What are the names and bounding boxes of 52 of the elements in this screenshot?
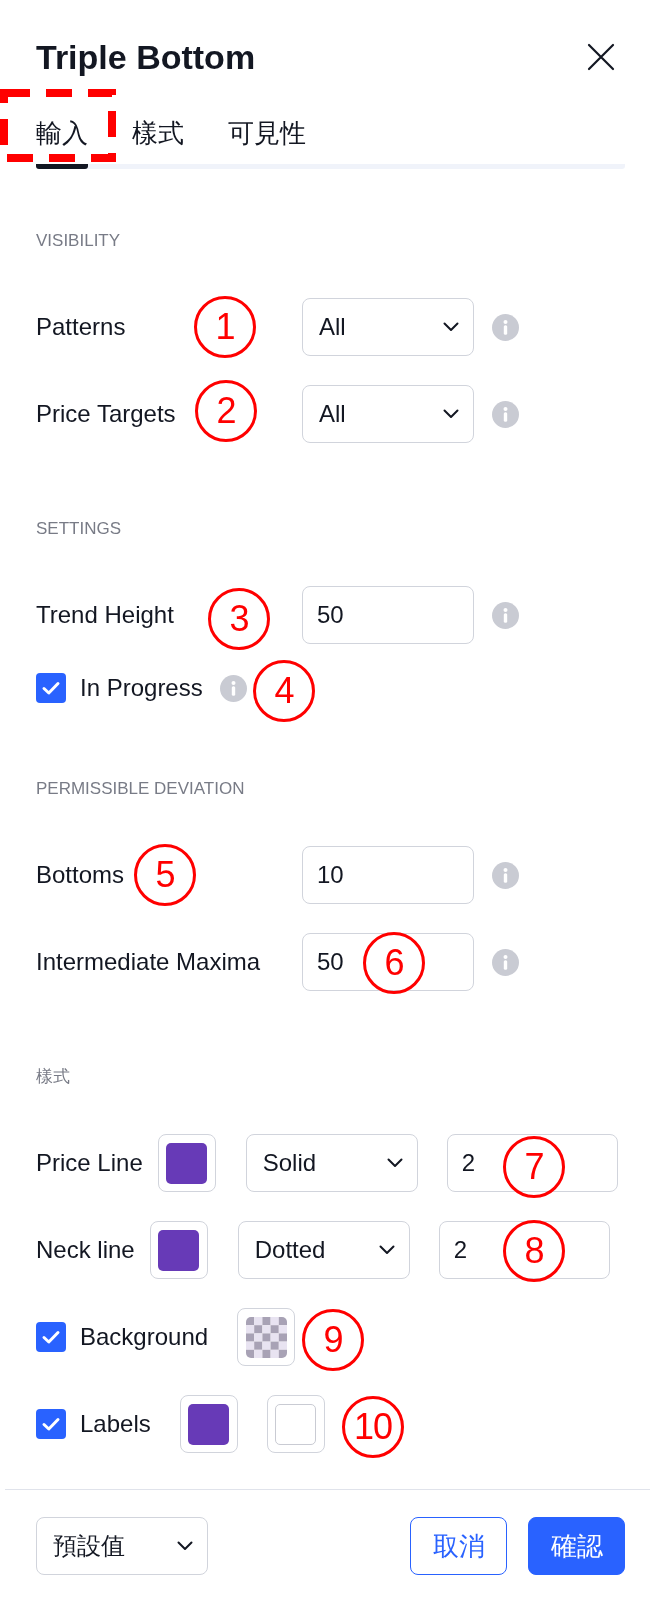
field-label: Patterns: [36, 313, 126, 341]
dropdown[interactable]: All: [302, 298, 474, 356]
dropdown[interactable]: 預設值: [36, 1517, 208, 1575]
chevron-down-icon: [443, 409, 459, 419]
section-heading: SETTINGS: [36, 519, 121, 539]
numbered-callout: 6: [363, 932, 425, 994]
section-heading: VISIBILITY: [36, 231, 121, 251]
numbered-callout: 9: [302, 1309, 364, 1371]
tab[interactable]: 樣式: [132, 117, 184, 169]
chevron-down-icon: [378, 1245, 395, 1255]
numbered-callout: 2: [195, 380, 257, 442]
numbered-callout: 8: [503, 1220, 565, 1282]
numbered-callout: 7: [503, 1136, 565, 1198]
primary-button[interactable]: 確認: [528, 1517, 625, 1575]
dropdown[interactable]: Solid: [245, 1134, 418, 1192]
numbered-callout: 5: [134, 844, 196, 906]
checkbox[interactable]: [36, 673, 66, 703]
field-label: Neck line: [36, 1236, 135, 1264]
numbered-callout: 1: [194, 296, 256, 358]
color-picker-button[interactable]: [266, 1395, 325, 1453]
section-heading: 樣式: [36, 1067, 70, 1087]
field-label: Background: [80, 1323, 209, 1351]
secondary-button[interactable]: 取消: [410, 1517, 507, 1575]
input-field[interactable]: 10: [302, 846, 474, 904]
color-picker-button[interactable]: [157, 1134, 216, 1192]
checkbox[interactable]: [36, 1409, 66, 1439]
close-icon[interactable]: [587, 43, 615, 71]
numbered-callout: 4: [253, 660, 315, 722]
dropdown[interactable]: Dotted: [237, 1221, 410, 1279]
dropdown[interactable]: All: [302, 385, 474, 443]
chevron-down-icon: [386, 1158, 403, 1168]
numbered-callout: 3: [208, 588, 270, 650]
chevron-down-icon: [177, 1541, 193, 1551]
field-label: Price Line: [36, 1149, 143, 1177]
numbered-callout: 10: [342, 1396, 404, 1458]
input-field[interactable]: 50: [302, 586, 474, 644]
field-label: Trend Height: [36, 601, 174, 629]
tab[interactable]: 可見性: [228, 117, 306, 169]
color-picker-button[interactable]: [237, 1308, 296, 1366]
field-label: Price Targets: [36, 400, 176, 428]
section-heading: PERMISSIBLE DEVIATION: [36, 779, 245, 799]
color-picker-button[interactable]: [179, 1395, 238, 1453]
checkerboard-icon: [245, 1316, 287, 1358]
field-label: In Progress: [80, 674, 203, 702]
color-picker-button[interactable]: [149, 1221, 208, 1279]
checkbox[interactable]: [36, 1322, 66, 1352]
field-label: Bottoms: [36, 861, 125, 889]
dialog-title: Triple Bottom: [36, 37, 256, 77]
field-label: Intermediate Maxima: [36, 948, 261, 976]
tab[interactable]: 輸入: [36, 117, 88, 169]
chevron-down-icon: [443, 322, 459, 332]
field-label: Labels: [80, 1410, 151, 1438]
